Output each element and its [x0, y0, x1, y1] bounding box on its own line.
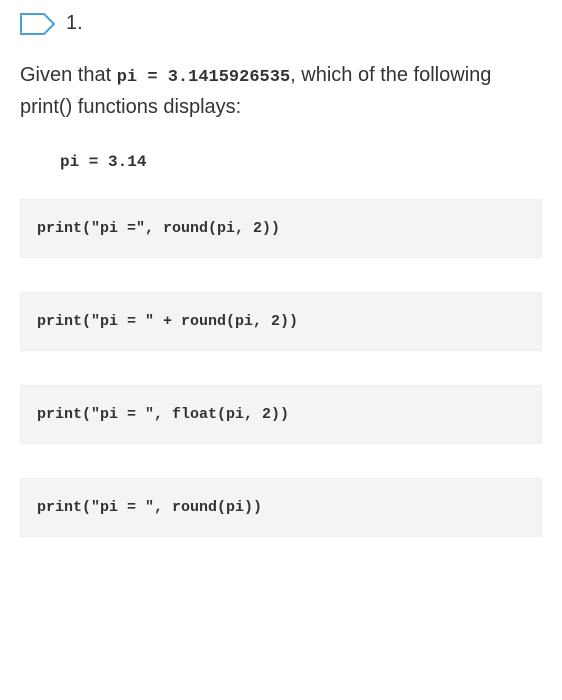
answer-option[interactable]: print("pi = ", round(pi)) [20, 478, 542, 537]
question-code-inline: pi = 3.1415926535 [117, 68, 290, 87]
question-prefix: Given that [20, 64, 117, 86]
question-text: Given that pi = 3.1415926535, which of t… [20, 59, 542, 123]
expected-output: pi = 3.14 [60, 153, 542, 171]
answer-option[interactable]: print("pi =", round(pi, 2)) [20, 199, 542, 258]
answer-option[interactable]: print("pi = " + round(pi, 2)) [20, 292, 542, 351]
question-header: 1. [20, 12, 542, 35]
answer-option[interactable]: print("pi = ", float(pi, 2)) [20, 385, 542, 444]
arrow-icon [20, 13, 56, 35]
question-number: 1. [66, 12, 83, 35]
